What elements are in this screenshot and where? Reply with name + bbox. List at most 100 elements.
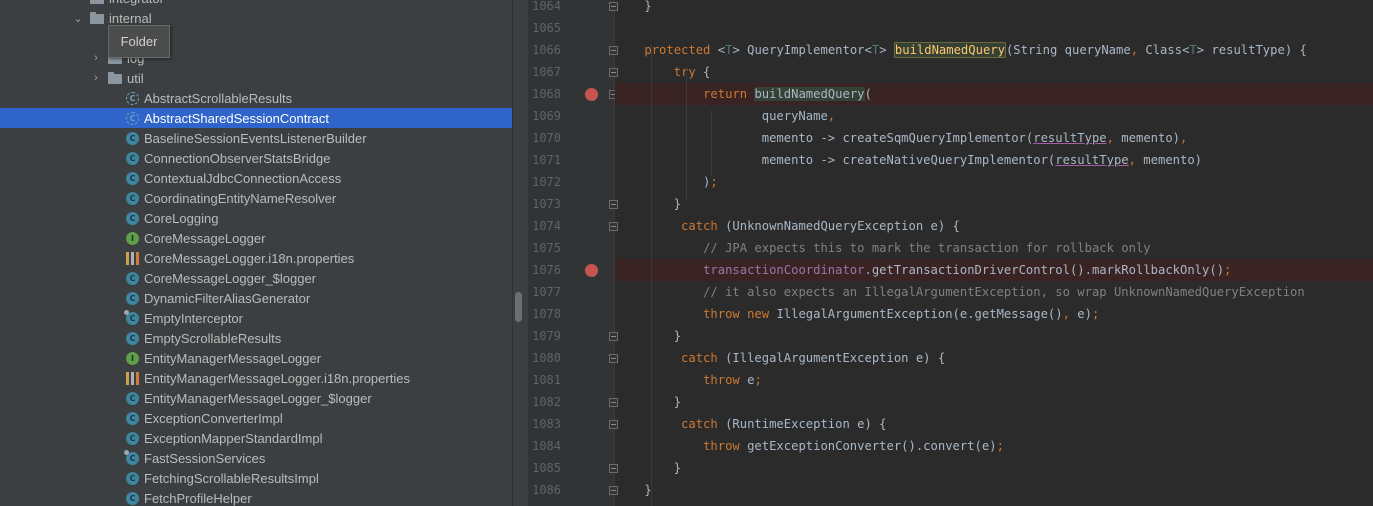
gutter-line[interactable]: 1084 [528,435,614,457]
tree-file-item[interactable]: FastSessionServices [0,448,512,468]
gutter-line[interactable]: 1076 [528,259,614,281]
tree-file-item[interactable]: CoreLogging [0,208,512,228]
code-line[interactable]: transactionCoordinator.getTransactionDri… [615,259,1373,281]
line-number: 1071 [532,153,561,167]
code-line[interactable]: } [615,391,1373,413]
gutter-line[interactable]: 1078 [528,303,614,325]
code-line[interactable]: } [615,325,1373,347]
breakpoint-icon[interactable] [585,264,598,277]
gutter-line[interactable]: 1074 [528,215,618,237]
tree-file-item[interactable]: ConnectionObserverStatsBridge [0,148,512,168]
project-tree[interactable]: ›integrator⌄internaljdbc›log›utilAbstrac… [0,0,512,506]
tree-file-item[interactable]: EmptyInterceptor [0,308,512,328]
tree-file-item[interactable]: EntityManagerMessageLogger [0,348,512,368]
code-line[interactable]: protected <T> QueryImplementor<T> buildN… [615,39,1373,61]
gutter-line[interactable]: 1070 [528,127,614,149]
panel-divider[interactable] [512,0,528,506]
chevron-right-icon[interactable]: › [90,72,102,84]
code-line[interactable]: throw new IllegalArgumentException(e.get… [615,303,1373,325]
tree-item-label: DynamicFilterAliasGenerator [144,290,311,306]
tree-item-label: ContextualJdbcConnectionAccess [144,170,342,186]
tree-folder-item[interactable]: jdbc [0,28,512,48]
tree-file-item[interactable]: BaselineSessionEventsListenerBuilder [0,128,512,148]
code-line[interactable]: catch (IllegalArgumentException e) { [615,347,1373,369]
tree-file-item[interactable]: CoreMessageLogger_$logger [0,268,512,288]
gutter-line[interactable]: 1064 [528,0,618,17]
code-line[interactable]: memento -> createNativeQueryImplementor(… [615,149,1373,171]
tree-file-item[interactable]: CoreMessageLogger [0,228,512,248]
chevron-down-icon[interactable]: ⌄ [72,12,84,25]
tree-file-item[interactable]: DynamicFilterAliasGenerator [0,288,512,308]
gutter-line[interactable]: 1065 [528,17,614,39]
code-line[interactable]: } [615,457,1373,479]
code-line[interactable] [615,17,1373,39]
java-class-icon [126,491,139,505]
java-class-icon [126,131,139,145]
java-class-icon [126,331,139,345]
tree-file-item[interactable]: AbstractScrollableResults [0,88,512,108]
code-line[interactable]: } [615,479,1373,501]
code-line[interactable]: ); [615,171,1373,193]
code-line[interactable]: catch (UnknownNamedQueryException e) { [615,215,1373,237]
code-line[interactable]: try { [615,61,1373,83]
java-class-icon [126,431,139,445]
gutter-line[interactable]: 1080 [528,347,618,369]
gutter-line[interactable]: 1073 [528,193,618,215]
indent-guide [651,44,652,506]
tree-folder-item[interactable]: ⌄ internal [0,8,512,28]
gutter-line[interactable]: 1085 [528,457,618,479]
tree-file-item[interactable]: FetchingScrollableResultsImpl [0,468,512,488]
tree-file-item[interactable]: ContextualJdbcConnectionAccess [0,168,512,188]
tree-file-item[interactable]: AbstractSharedSessionContract [0,108,512,128]
tree-item-label: BaselineSessionEventsListenerBuilder [144,130,367,146]
tree-folder-item[interactable]: › log [0,48,512,68]
code-line[interactable]: queryName, [615,105,1373,127]
tree-file-item[interactable]: CoordinatingEntityNameResolver [0,188,512,208]
java-class-icon [126,271,139,285]
chevron-right-icon[interactable]: › [90,52,102,64]
code-line[interactable]: // JPA expects this to mark the transact… [615,237,1373,259]
gutter-line[interactable]: 1075 [528,237,614,259]
gutter-line[interactable]: 1066 [528,39,618,61]
java-class-icon [124,449,139,465]
gutter-line[interactable]: 1072 [528,171,614,193]
tree-file-item[interactable]: EntityManagerMessageLogger.i18n.properti… [0,368,512,388]
tree-item-label: ExceptionConverterImpl [144,410,283,426]
gutter-line[interactable]: 1071 [528,149,614,171]
tree-file-item[interactable]: ExceptionMapperStandardImpl [0,428,512,448]
code-line[interactable]: } [615,0,1373,17]
line-number: 1082 [532,395,561,409]
code-line[interactable]: return buildNamedQuery( [615,83,1373,105]
code-line[interactable]: // it also expects an IllegalArgumentExc… [615,281,1373,303]
tree-file-item[interactable]: FetchProfileHelper [0,488,512,506]
line-number: 1065 [532,21,561,35]
tree-file-item[interactable]: CoreMessageLogger.i18n.properties [0,248,512,268]
gutter-line[interactable]: 1069 [528,105,614,127]
code-line[interactable]: throw e; [615,369,1373,391]
gutter-line[interactable]: 1081 [528,369,614,391]
folder-icon [90,0,104,4]
tree-folder-item[interactable]: › integrator [0,0,512,8]
tree-folder-item[interactable]: › util [0,68,512,88]
properties-file-icon [126,371,139,385]
tree-file-item[interactable]: EmptyScrollableResults [0,328,512,348]
gutter-line[interactable]: 1086 [528,479,618,501]
tree-item-label: FastSessionServices [144,450,266,466]
code-line[interactable]: memento -> createSqmQueryImplementor(res… [615,127,1373,149]
code-line[interactable]: throw getExceptionConverter().convert(e)… [615,435,1373,457]
tree-file-item[interactable]: EntityManagerMessageLogger_$logger [0,388,512,408]
gutter-line[interactable]: 1082 [528,391,618,413]
gutter-line[interactable]: 1077 [528,281,614,303]
gutter-line[interactable]: 1068 [528,83,618,105]
breakpoint-icon[interactable] [585,88,598,101]
gutter-line[interactable]: 1067 [528,61,618,83]
tree-file-item[interactable]: ExceptionConverterImpl [0,408,512,428]
tree-scrollbar-thumb[interactable] [515,292,522,322]
chevron-right-icon[interactable]: › [72,0,84,4]
line-number: 1064 [532,0,561,13]
code-line[interactable]: catch (RuntimeException e) { [615,413,1373,435]
gutter-line[interactable]: 1083 [528,413,618,435]
gutter-line[interactable]: 1079 [528,325,618,347]
line-number: 1069 [532,109,561,123]
code-line[interactable]: } [615,193,1373,215]
